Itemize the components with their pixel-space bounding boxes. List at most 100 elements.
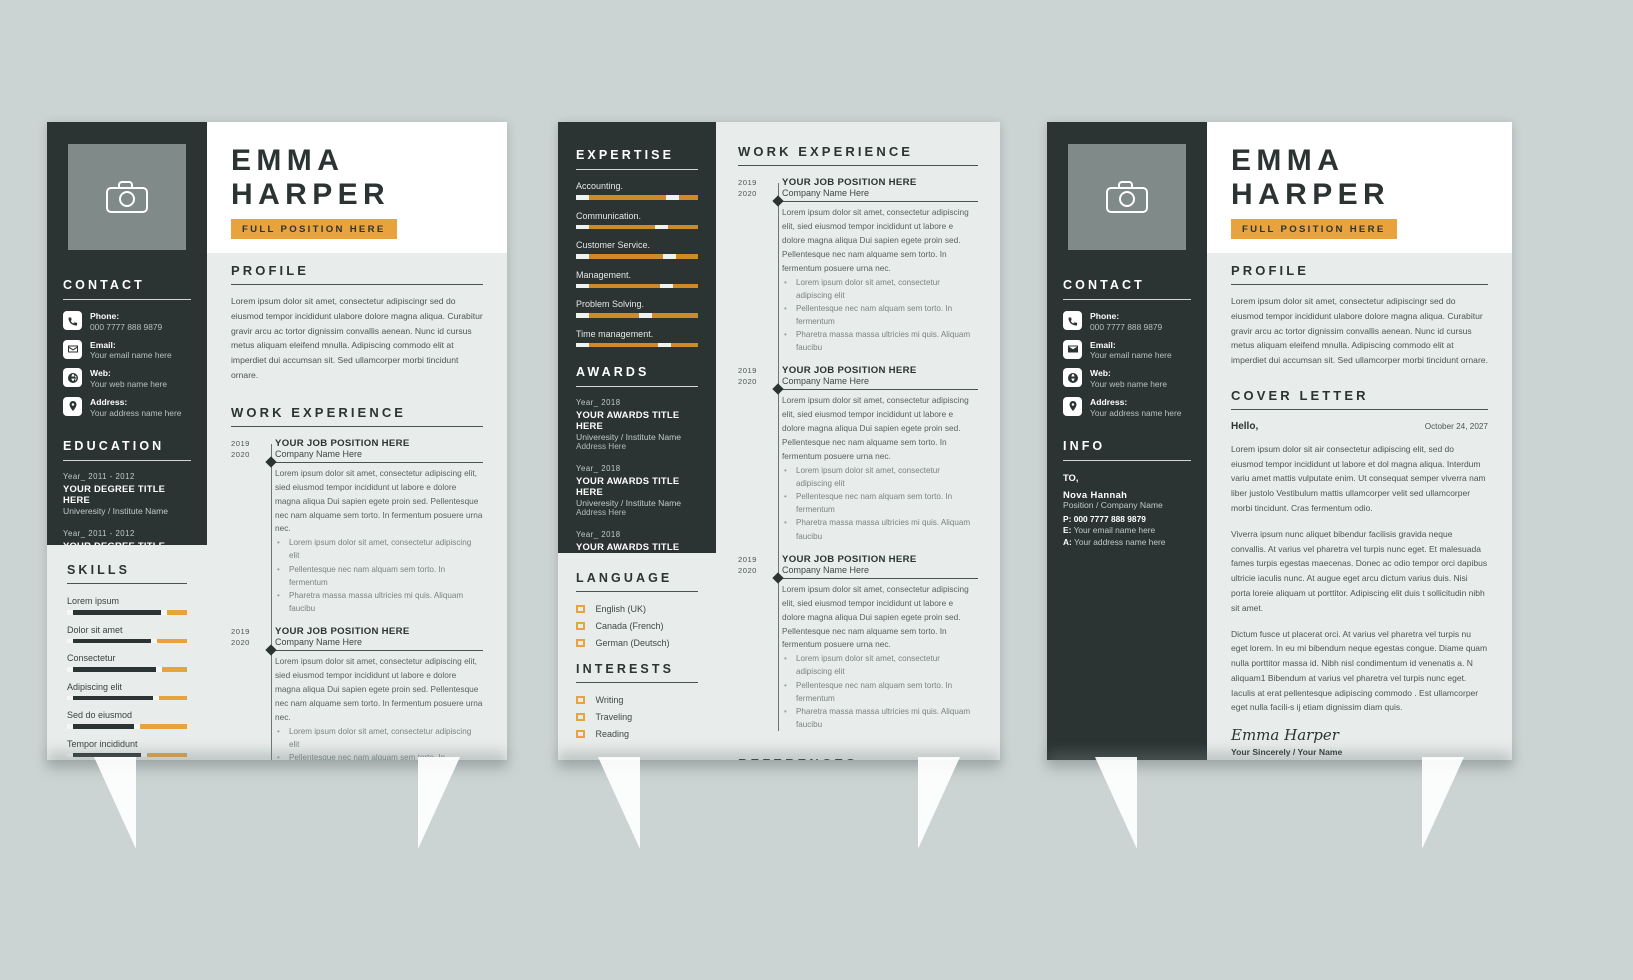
job-paragraph: Lorem ipsum dolor sit amet, consectetur … [782, 207, 969, 273]
interest-item[interactable]: Writing [576, 695, 698, 705]
education-year: Year_ 2011 - 2012 [63, 528, 135, 538]
job-company: Company Name Here [782, 376, 978, 391]
skill-bar [67, 752, 187, 757]
page1-profile: PROFILE Lorem ipsum dolor sit amet, cons… [207, 253, 507, 383]
job-title: YOUR JOB POSITION HERE [782, 177, 917, 188]
job-entry: 2019 2020 YOUR JOB POSITION HERE Company … [231, 438, 483, 615]
square-bullet-icon [576, 695, 585, 705]
job-bullet: Lorem ipsum dolor sit amet, consectetur … [782, 276, 978, 302]
signature: Emma Harper [1231, 726, 1339, 745]
award-year: Year_ 2018 [576, 398, 621, 407]
skills-section: SKILLS Lorem ipsum Dolor sit amet Consec… [47, 545, 207, 760]
page3-cover-letter: COVER LETTER Hello, October 24, 2027 Lor… [1207, 368, 1512, 757]
expertise-item: Problem Solving. [576, 299, 698, 318]
heading-interests: INTERESTS [576, 662, 698, 683]
contact-label: Web: [90, 368, 111, 379]
expertise-bar [576, 313, 698, 318]
contact-list: Phone: 000 7777 888 9879 Email: Your ema… [63, 311, 191, 419]
job-bullet: Pharetra massa massa ultricies mi quis. … [782, 516, 978, 542]
language-item-label: English (UK) [595, 604, 647, 614]
page3-shadow [1047, 753, 1512, 857]
expertise-name: Customer Service. [576, 240, 651, 250]
position-badge: FULL POSITION HERE [1231, 219, 1397, 239]
contact-item-phone[interactable]: Phone: 000 7777 888 9879 [63, 311, 191, 333]
expertise-name: Communication. [576, 210, 642, 221]
contact-item-web[interactable]: Web: Your web name here [63, 368, 191, 390]
expertise-bar [576, 224, 698, 229]
job-paragraph: Lorem ipsum dolor sit amet, consectetur … [275, 656, 483, 722]
cover-letter-paragraph: Viverra ipsum nunc aliquet bibendur faci… [1231, 528, 1488, 613]
contact-item[interactable]: Web: Your web name here [1063, 368, 1191, 390]
award-school: Univeresity / Institute Name [576, 498, 682, 508]
page1-main: EMMA HARPER FULL POSITION HERE PROFILE L… [207, 122, 507, 760]
page3-name-block: EMMA HARPER FULL POSITION HERE [1207, 122, 1512, 253]
interest-item[interactable]: Reading [576, 729, 698, 739]
job-bullet: Lorem ipsum dolor sit amet, consectetur … [782, 652, 978, 678]
page2-shadow [558, 753, 1000, 857]
skill-item: Sed do eiusmod [67, 710, 187, 729]
interest-item[interactable]: Traveling [576, 712, 698, 722]
contact-item[interactable]: Email: Your email name here [1063, 339, 1191, 362]
contact-value: 000 7777 888 9879 [1090, 321, 1163, 332]
language-item[interactable]: English (UK) [576, 604, 698, 614]
job-bullet: Pharetra massa massa ultricies mi quis. … [782, 328, 978, 354]
expertise-item: Customer Service. [576, 240, 698, 259]
job-paragraph: Lorem ipsum dolor sit amet, consectetur … [782, 395, 969, 462]
job-company: Company Name Here [782, 565, 978, 579]
expertise-name: Time management. [576, 328, 654, 339]
skill-name: Tempor incididunt [67, 738, 138, 749]
skill-item: Tempor incididunt [67, 738, 187, 757]
page2-main: WORK EXPERIENCE 2019 2020 YOUR JOB POSITI… [716, 122, 1000, 760]
page2-references: REFERENCES PERSON NAME HERE Job Title / … [716, 742, 1000, 760]
page-title: EMMA HARPER [1231, 144, 1391, 211]
job-bullet: Lorem ipsum dolor sit amet, consectetur … [782, 464, 978, 490]
contact-label: Address: [90, 396, 128, 407]
expertise-bar [576, 342, 698, 347]
contact-label: Web: [1090, 368, 1111, 379]
skill-bar [67, 724, 187, 729]
contact-value: Your web name here [90, 379, 167, 390]
job-years: 2019 2020 [738, 554, 757, 575]
globe-icon [1063, 368, 1082, 388]
timeline: 2019 2020 YOUR JOB POSITION HERE Company … [231, 438, 483, 760]
contact-item[interactable]: Phone: 000 7777 888 9879 [1063, 311, 1191, 333]
cover-letter-greeting: Hello, [1231, 420, 1259, 432]
skill-bar [67, 695, 187, 700]
interest-item-label: Traveling [595, 712, 633, 722]
cover-letter-date: October 24, 2027 [1424, 421, 1488, 431]
page3-profile: PROFILE Lorem ipsum dolor sit amet, cons… [1207, 253, 1512, 368]
language-item-label: German (Deutsch) [595, 638, 670, 648]
education-item: Year_ 2011 - 2012 YOUR DEGREE TITLE HERE… [63, 472, 191, 516]
heading-references: REFERENCES [738, 756, 978, 760]
award-address: Address Here [576, 442, 627, 451]
photo-placeholder[interactable] [1068, 144, 1186, 250]
heading-contact: CONTACT [1063, 278, 1191, 300]
contact-item-email[interactable]: Email: Your email name here [63, 339, 191, 362]
heading-awards: AWARDS [576, 365, 698, 387]
interest-item-label: Reading [595, 729, 630, 739]
language-item[interactable]: Canada (French) [576, 621, 698, 631]
language-item[interactable]: German (Deutsch) [576, 638, 698, 648]
photo-placeholder[interactable] [68, 144, 186, 250]
heading-work-experience: WORK EXPERIENCE [738, 144, 978, 166]
cover-letter-paragraph: Lorem ipsum dolor sit air consectetur ad… [1231, 443, 1486, 514]
job-company: Company Name Here [782, 188, 978, 202]
job-bullet: Pellentesque nec nam alquam sem torto. I… [275, 751, 483, 760]
contact-value: Your address name here [1090, 407, 1182, 418]
job-entry: 2019 2020 YOUR JOB POSITION HERE Company … [738, 365, 978, 542]
award-school: Univeresity / Institute Name [576, 432, 682, 442]
contact-value: Your email name here [1090, 350, 1172, 361]
contact-value: Your address name here [90, 407, 182, 418]
job-paragraph: Lorem ipsum dolor sit amet, consectetur … [275, 467, 483, 534]
expertise-name: Accounting. [576, 181, 624, 191]
position-badge: FULL POSITION HERE [231, 219, 397, 239]
email-icon [63, 339, 82, 359]
heading-contact: CONTACT [63, 278, 191, 300]
heading-education: EDUCATION [63, 439, 191, 461]
contact-item-address[interactable]: Address: Your address name here [63, 396, 191, 419]
job-bullet: Pellentesque nec nam alquam sem torto. I… [782, 490, 978, 516]
job-bullet: Pharetra massa massa ultricies mi quis. … [275, 589, 483, 615]
contact-item[interactable]: Address: Your address name here [1063, 396, 1191, 419]
expertise-item: Management. [576, 270, 698, 288]
heading-language: LANGUAGE [576, 571, 698, 592]
